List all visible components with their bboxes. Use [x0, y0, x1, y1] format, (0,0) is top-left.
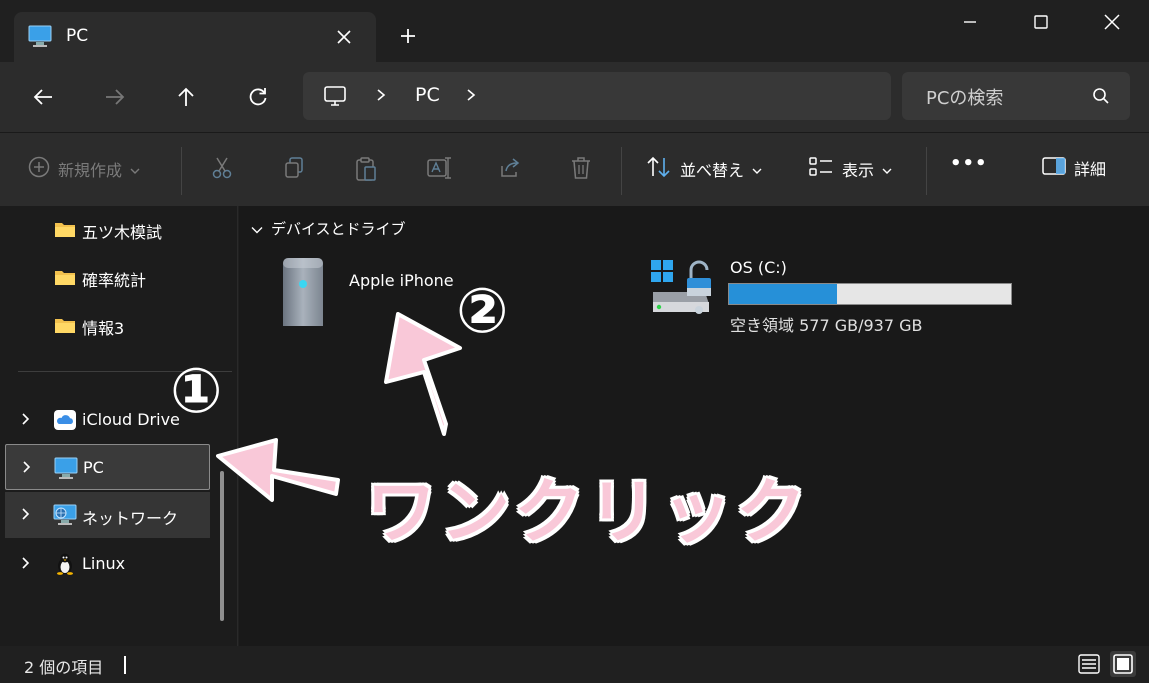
annotation-step1: ①	[170, 354, 223, 427]
annotation-arrow-up	[384, 312, 462, 436]
annotation-arrow-left	[216, 438, 340, 502]
text-caret	[124, 656, 126, 674]
item-count: 2 個の項目	[24, 658, 104, 677]
details-view-icon[interactable]	[1076, 651, 1102, 677]
annotation-instruction: ワンクリック	[366, 471, 810, 553]
status-bar: 2 個の項目	[0, 646, 1149, 683]
annotation-step2: ②	[456, 274, 509, 347]
tiles-view-icon[interactable]	[1110, 651, 1136, 677]
annotation-arrows	[216, 312, 462, 502]
